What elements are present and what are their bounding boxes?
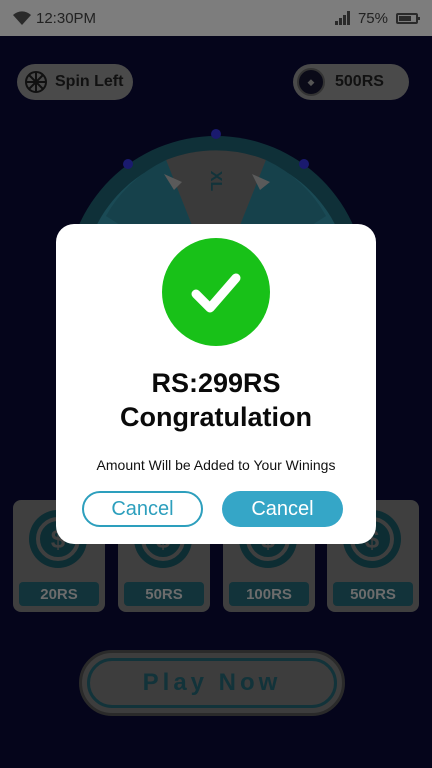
wheel-segment-label: XL [207, 171, 224, 192]
cancel-outline-button[interactable]: Cancel [82, 491, 203, 527]
wifi-icon [13, 11, 31, 25]
status-time: 12:30PM [36, 9, 97, 27]
battery-icon [396, 12, 420, 24]
status-bar: 12:30PM 75% [0, 0, 432, 36]
dialog-title: Congratulation [120, 402, 312, 432]
battery-percent: 75% [357, 9, 388, 27]
win-amount: RS:299RS [151, 368, 281, 398]
signal-icon [334, 11, 350, 25]
balance-badge[interactable]: ◆ 500RS [293, 64, 409, 100]
reward-amount: 100RS [229, 582, 309, 606]
reward-amount: 20RS [19, 582, 99, 606]
check-icon [162, 238, 270, 346]
congratulation-dialog: RS:299RS Congratulation Amount Will be A… [56, 224, 376, 544]
coin-icon: ◆ [297, 68, 325, 96]
spin-icon [25, 71, 47, 93]
cancel-filled-button[interactable]: Cancel [222, 491, 343, 527]
play-now-label: Play Now [87, 658, 337, 708]
balance-label: 500RS [335, 73, 384, 90]
spin-left-label: Spin Left [55, 73, 124, 90]
reward-amount: 500RS [333, 582, 413, 606]
dialog-message: Amount Will be Added to Your Winings [96, 457, 336, 473]
reward-amount: 50RS [124, 582, 204, 606]
play-now-button[interactable]: Play Now [79, 650, 345, 716]
spin-left-badge[interactable]: Spin Left [17, 64, 133, 100]
